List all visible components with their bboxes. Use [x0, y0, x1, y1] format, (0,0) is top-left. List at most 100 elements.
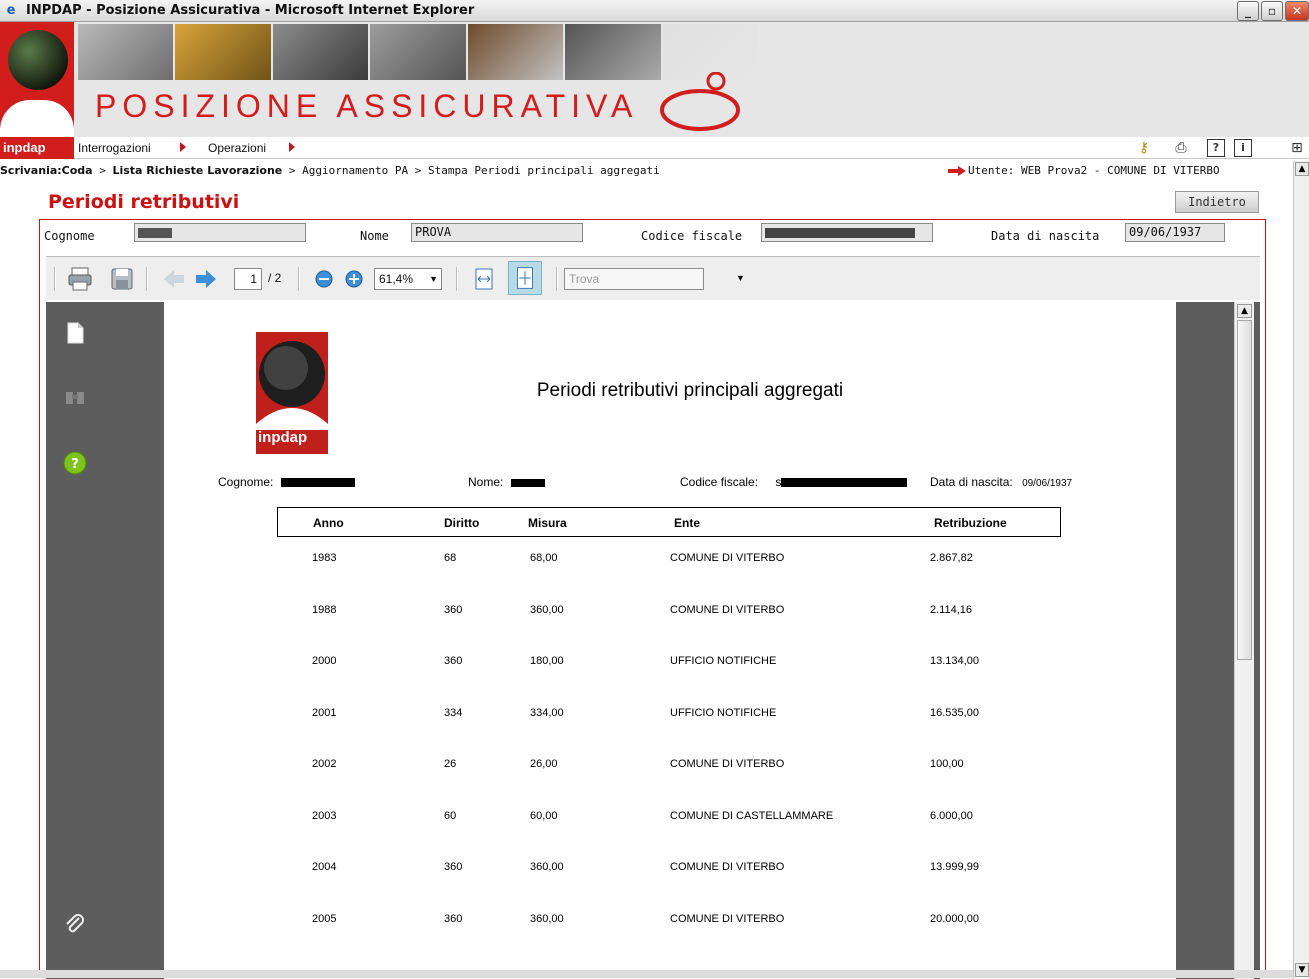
svg-text:?: ?	[71, 457, 79, 472]
doc-codice-fiscale: Codice fiscale: s	[680, 475, 908, 489]
fit-page-icon[interactable]	[508, 261, 542, 295]
column-header-retribuzione: Retribuzione	[934, 516, 1007, 530]
scroll-up-icon[interactable]: ▲	[1295, 162, 1309, 176]
cell-ente: COMUNE DI VITERBO	[670, 912, 785, 925]
breadcrumb-aggiornamento[interactable]: Aggiornamento PA	[302, 164, 408, 177]
restore-button[interactable]: ▫	[1261, 1, 1283, 21]
nome-field[interactable]: PROVA	[411, 223, 583, 242]
attachment-icon[interactable]	[62, 912, 88, 938]
page-scrollbar[interactable]: ▲ ▼	[1293, 161, 1309, 978]
scroll-down-icon[interactable]: ▼	[1295, 963, 1309, 977]
user-info: Utente: WEB Prova2 - COMUNE DI VITERBO	[968, 164, 1220, 177]
back-button[interactable]: Indietro	[1175, 191, 1259, 213]
search-dropdown-icon[interactable]: ▼	[736, 273, 745, 283]
chevron-down-icon: ▼	[429, 274, 438, 284]
cell-retribuzione: 16.535,00	[930, 706, 979, 719]
table-row: 2000 360 180,00 UFFICIO NOTIFICHE 13.134,00	[164, 655, 1176, 675]
cell-misura: 334,00	[530, 706, 564, 719]
cell-diritto: 360	[444, 655, 463, 667]
codice-fiscale-label: Codice fiscale	[641, 229, 743, 243]
page-number-input[interactable]: 1	[234, 268, 262, 290]
header-banner: Posizione Assicurativa	[0, 22, 1309, 137]
codice-fiscale-field[interactable]	[761, 223, 933, 242]
save-icon[interactable]	[108, 265, 136, 293]
cell-anno: 2005	[312, 912, 337, 925]
table-row: 2005 360 360,00 COMUNE DI VITERBO 20.000,00	[164, 913, 1176, 933]
cell-retribuzione: 2.114,16	[930, 603, 973, 616]
minimize-button[interactable]: _	[1237, 1, 1259, 21]
fit-width-icon[interactable]	[470, 265, 498, 293]
cognome-field[interactable]	[134, 223, 306, 242]
doc-cognome: Cognome:	[218, 475, 355, 489]
cell-anno: 1988	[312, 603, 337, 616]
document-logo-text: inpdap	[258, 429, 308, 446]
viewer-scrollbar[interactable]: ▲	[1234, 302, 1254, 979]
table-row: 2003 60 60,00 COMUNE DI CASTELLAMMARE 6.000,…	[164, 810, 1176, 830]
zoom-select[interactable]: 61,4% ▼	[374, 268, 442, 290]
window-title: INPDAP - Posizione Assicurativa - Micros…	[26, 3, 475, 18]
print-icon[interactable]	[66, 265, 94, 293]
zoom-out-icon[interactable]	[310, 265, 338, 293]
cell-diritto: 26	[444, 758, 457, 770]
data-nascita-field[interactable]: 09/06/1937	[1125, 223, 1225, 242]
cell-diritto: 68	[444, 552, 457, 564]
breadcrumb: Scrivania:Coda > Lista Richieste Lavoraz…	[0, 161, 1309, 181]
cell-diritto: 360	[444, 861, 463, 873]
chevron-right-icon	[289, 142, 295, 152]
cell-diritto: 360	[444, 912, 463, 925]
help-icon[interactable]: ?	[1207, 139, 1225, 157]
document-page: inpdap Periodi retributivi principali ag…	[164, 302, 1176, 979]
cell-misura: 360,00	[530, 861, 564, 873]
table-row: 2004 360 360,00 COMUNE DI VITERBO 13.999,99	[164, 861, 1176, 881]
data-nascita-label: Data di nascita	[991, 229, 1100, 243]
column-header-anno: Anno	[313, 516, 344, 530]
column-header-misura: Misura	[528, 516, 567, 530]
menu-interrogazioni[interactable]: Interrogazioni	[78, 141, 151, 155]
breadcrumb-scrivania[interactable]: Scrivania:Coda	[0, 164, 93, 177]
pages-icon[interactable]	[62, 320, 88, 346]
search-input[interactable]: Trova	[564, 268, 704, 290]
cell-anno: 2000	[312, 655, 337, 667]
close-button[interactable]: ✕	[1285, 1, 1309, 21]
doc-data-nascita-label: Data di nascita:	[930, 475, 1013, 489]
printer-icon[interactable]: ⎙	[1172, 139, 1190, 157]
scrollbar-thumb[interactable]	[1237, 320, 1252, 660]
piggy-bank-icon	[660, 72, 740, 131]
info-icon[interactable]: i	[1234, 139, 1252, 157]
cell-misura: 180,00	[530, 655, 564, 667]
cell-retribuzione: 2.867,82	[930, 552, 973, 564]
breadcrumb-separator: >	[408, 164, 428, 177]
cell-misura: 68,00	[530, 552, 558, 564]
next-page-icon[interactable]	[192, 265, 220, 293]
document-title: Periodi retributivi principali aggregati	[536, 380, 844, 401]
cell-ente: UFFICIO NOTIFICHE	[670, 706, 777, 719]
cell-misura: 60,00	[530, 809, 558, 822]
inpdap-logo-text: inpdap	[0, 137, 74, 159]
viewer-toolbar: 1 / 2 61,4% ▼ Trova ▼	[46, 256, 1260, 300]
table-header: Anno Diritto Misura Ente Retribuzione	[277, 507, 1061, 537]
doc-cognome-label: Cognome:	[218, 475, 274, 489]
breadcrumb-lista-richieste[interactable]: Lista Richieste Lavorazione	[112, 164, 282, 177]
globe-icon	[8, 30, 68, 90]
zoom-in-icon[interactable]	[340, 265, 368, 293]
sitemap-icon[interactable]: ⊞	[1288, 139, 1306, 157]
cell-ente: COMUNE DI CASTELLAMMARE	[670, 809, 834, 822]
previous-page-icon[interactable]	[160, 265, 188, 293]
cell-diritto: 334	[444, 706, 463, 719]
cell-diritto: 360	[444, 603, 463, 616]
cell-retribuzione: 20.000,00	[930, 912, 979, 925]
internet-explorer-icon: e	[6, 3, 16, 18]
binoculars-icon[interactable]	[62, 384, 88, 410]
breadcrumb-separator: >	[282, 164, 303, 177]
column-header-diritto: Diritto	[444, 516, 480, 530]
cell-ente: COMUNE DI VITERBO	[670, 758, 785, 770]
scroll-up-icon[interactable]: ▲	[1237, 304, 1252, 318]
main-panel: Cognome Nome PROVA Codice fiscale Data d…	[39, 219, 1266, 979]
help-icon[interactable]: ?	[62, 450, 88, 476]
nome-label: Nome	[360, 229, 389, 243]
menu-operazioni[interactable]: Operazioni	[208, 141, 266, 155]
key-icon[interactable]: ⚷	[1135, 139, 1153, 157]
cell-retribuzione: 100,00	[930, 758, 964, 770]
cell-retribuzione: 13.999,99	[930, 861, 979, 873]
page-title: Periodi retributivi	[48, 191, 240, 213]
